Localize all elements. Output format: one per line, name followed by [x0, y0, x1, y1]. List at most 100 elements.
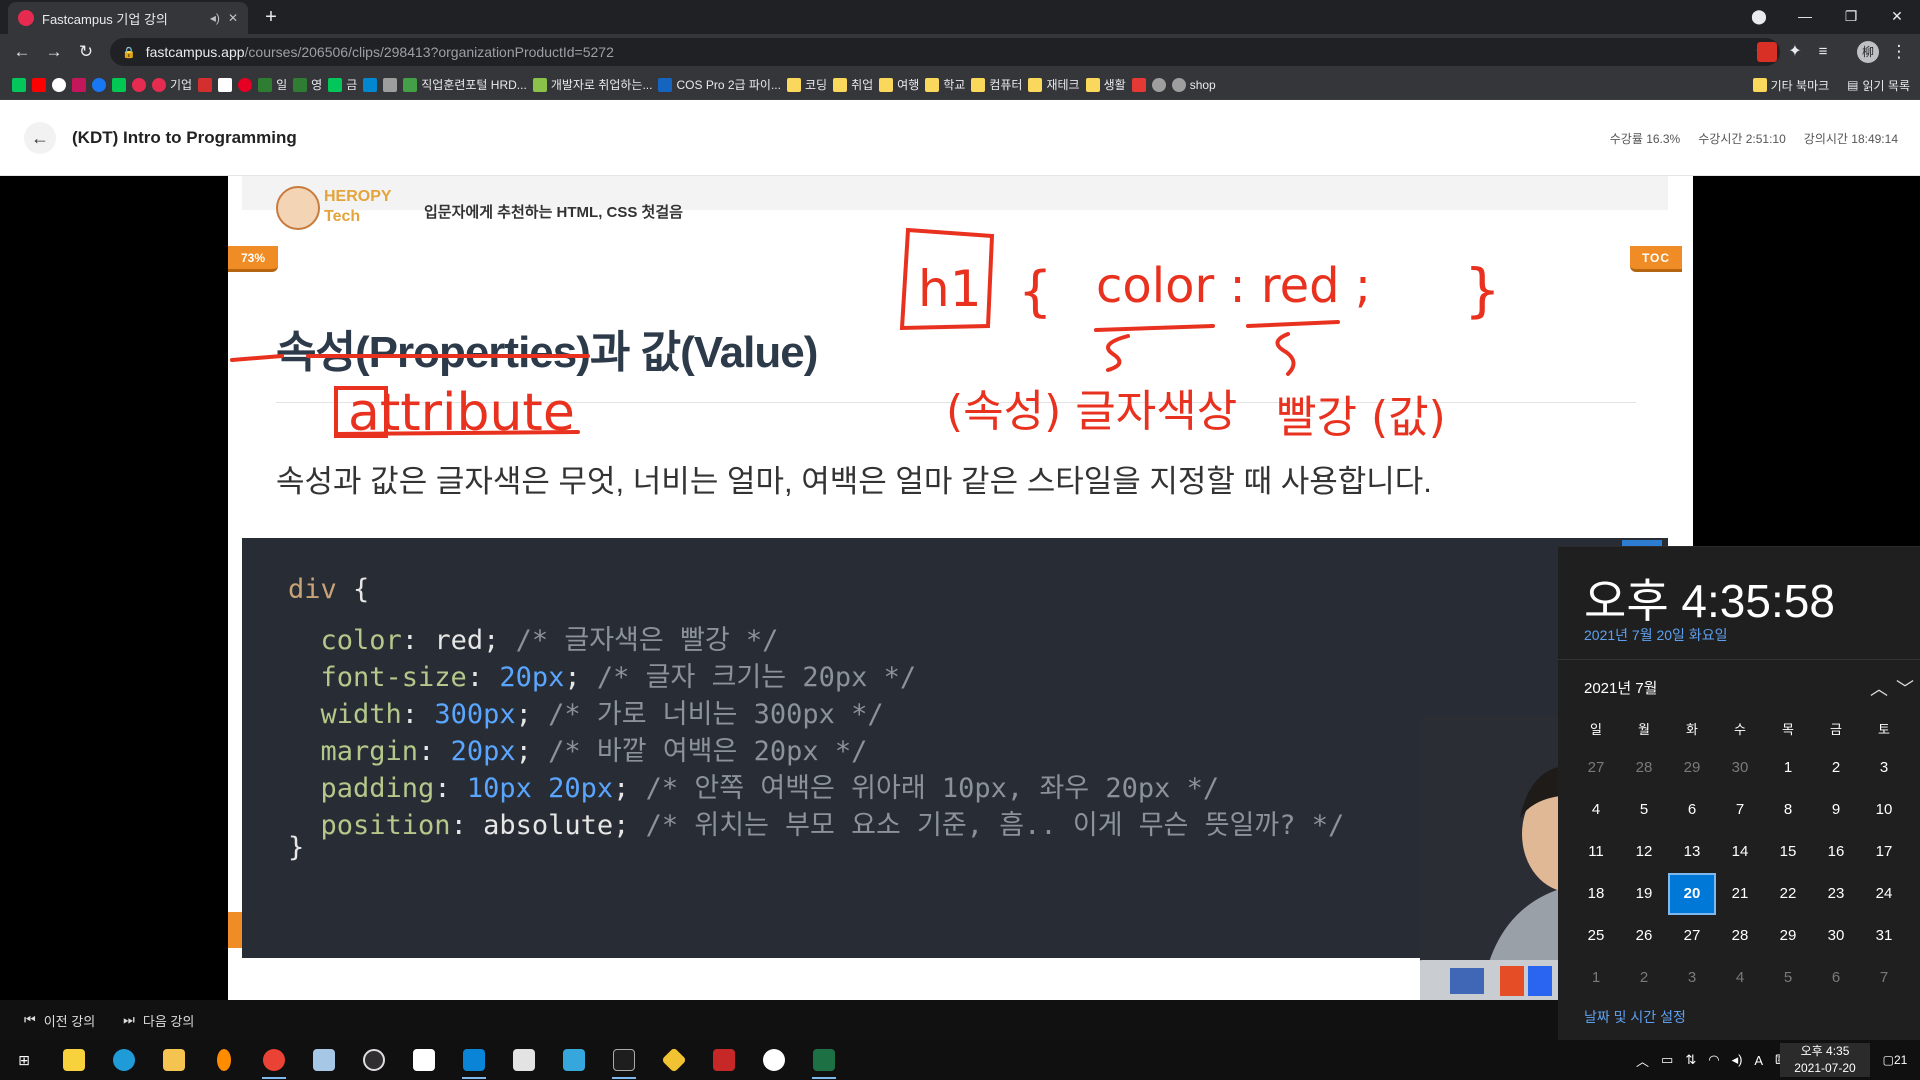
calendar-day[interactable]: 3	[1860, 747, 1908, 789]
calendar-day[interactable]: 10	[1860, 789, 1908, 831]
previous-month-chevron-up-icon[interactable]: ︿	[1870, 675, 1888, 701]
calendar-day[interactable]: 6	[1668, 789, 1716, 831]
tray-chevron-up-icon[interactable]: ︿	[1636, 1051, 1649, 1070]
calendar-day[interactable]: 1	[1764, 747, 1812, 789]
calendar-day[interactable]: 19	[1620, 873, 1668, 915]
lock-icon[interactable]: 🔒	[122, 46, 136, 59]
calendar-day[interactable]: 5	[1620, 789, 1668, 831]
calendar-day[interactable]: 7	[1860, 957, 1908, 999]
new-tab-button[interactable]: +	[258, 4, 284, 30]
other-bookmarks[interactable]: 기타 북마크	[1752, 77, 1829, 94]
calendar-day[interactable]: 22	[1764, 873, 1812, 915]
bookmark-s-icon[interactable]	[363, 77, 378, 92]
calendar-day[interactable]: 8	[1764, 789, 1812, 831]
bookmark-amazon-icon[interactable]	[218, 77, 233, 92]
bookmark-work[interactable]: 일	[258, 76, 287, 93]
calendar-day[interactable]: 30	[1812, 915, 1860, 957]
notion-icon[interactable]	[408, 1044, 440, 1076]
bookmark-youtube-icon[interactable]	[32, 77, 46, 92]
calendar-day[interactable]: 13	[1668, 831, 1716, 873]
calendar-day[interactable]: 5	[1764, 957, 1812, 999]
bookmark-dev-job[interactable]: 개발자로 취업하는...	[532, 76, 652, 93]
bookmark-folder-travel[interactable]: 여행	[879, 76, 919, 93]
calendar-day[interactable]: 3	[1668, 957, 1716, 999]
start-windows-icon[interactable]: ⊞	[8, 1044, 40, 1076]
calendar-day[interactable]: 7	[1716, 789, 1764, 831]
sticky-notes-icon[interactable]	[58, 1044, 90, 1076]
calendar-day[interactable]: 26	[1620, 915, 1668, 957]
forward-arrow-icon[interactable]: →	[42, 40, 66, 64]
calendar-day[interactable]: 29	[1764, 915, 1812, 957]
bookmark-finance[interactable]: 금	[328, 76, 357, 93]
calendar-day[interactable]: 29	[1668, 747, 1716, 789]
calendar-day[interactable]: 27	[1572, 747, 1620, 789]
address-bar[interactable]: 🔒 fastcampus.app /courses/206506/clips/2…	[110, 38, 1780, 66]
game-app-icon[interactable]	[708, 1044, 740, 1076]
sublime-icon[interactable]	[208, 1044, 240, 1076]
month-label[interactable]: 2021년 7월	[1584, 677, 1657, 698]
minimize-button[interactable]: —	[1782, 0, 1828, 34]
calendar-day[interactable]: 31	[1860, 915, 1908, 957]
media-control-icon[interactable]: ≡	[1813, 42, 1833, 62]
obs-icon[interactable]	[358, 1044, 390, 1076]
calendar-day[interactable]: 25	[1572, 915, 1620, 957]
calendar-day[interactable]: 4	[1572, 789, 1620, 831]
swift-icon[interactable]	[558, 1044, 590, 1076]
calendar-day[interactable]: 18	[1572, 873, 1620, 915]
calendar-day[interactable]: 24	[1860, 873, 1908, 915]
bookmark-google-icon[interactable]	[52, 77, 66, 92]
calendar-day[interactable]: 27	[1668, 915, 1716, 957]
tab-close-icon[interactable]: ✕	[228, 11, 238, 25]
tab-audio-icon[interactable]: ◂)	[210, 11, 220, 25]
bookmark-folder-school[interactable]: 학교	[925, 76, 965, 93]
chrome-icon[interactable]	[258, 1044, 290, 1079]
calendar-day[interactable]: 17	[1860, 831, 1908, 873]
calendar-day[interactable]: 9	[1812, 789, 1860, 831]
bookmark-folder-coding[interactable]: 코딩	[786, 76, 827, 93]
calendar-day[interactable]: 15	[1764, 831, 1812, 873]
back-button[interactable]: ←	[24, 122, 56, 154]
pdf-extension-icon[interactable]	[1757, 42, 1777, 62]
calendar-day[interactable]: 12	[1620, 831, 1668, 873]
back-arrow-icon[interactable]: ←	[10, 40, 34, 64]
calendar-day[interactable]: 2	[1620, 957, 1668, 999]
bookmark-folder-life[interactable]: 생활	[1085, 76, 1126, 93]
next-lecture-button[interactable]: ⏭ 다음 강의	[123, 1011, 194, 1030]
slack-icon[interactable]	[758, 1044, 790, 1076]
bookmark-pinterest-icon[interactable]	[238, 77, 253, 92]
calendar-day[interactable]: 1	[1572, 957, 1620, 999]
terminal-icon[interactable]	[608, 1044, 640, 1079]
calendar-day[interactable]: 21	[1716, 873, 1764, 915]
volume-icon[interactable]: ◂)	[1732, 1052, 1743, 1068]
excel-icon[interactable]	[808, 1044, 840, 1079]
prev-lecture-button[interactable]: ⏮ 이전 강의	[24, 1011, 95, 1030]
calendar-day[interactable]: 14	[1716, 831, 1764, 873]
bookmark-yes24-icon[interactable]	[72, 77, 86, 92]
bookmark-red-icon[interactable]	[1131, 77, 1146, 92]
close-window-button[interactable]: ✕	[1874, 0, 1920, 34]
edge-icon[interactable]	[108, 1044, 140, 1076]
bookmark-fastcampus-icon[interactable]	[132, 77, 146, 92]
flyout-date[interactable]: 2021년 7월 20일 화요일	[1584, 625, 1727, 645]
bookmark-company[interactable]: 기업	[152, 76, 192, 93]
paint-icon[interactable]	[308, 1044, 340, 1076]
bookmark-folder-job[interactable]: 취업	[833, 76, 873, 93]
network-icon[interactable]: ⇅	[1685, 1052, 1696, 1068]
calendar-day[interactable]: 6	[1812, 957, 1860, 999]
chrome-menu-icon[interactable]: ⋮	[1887, 40, 1911, 64]
vscode-icon[interactable]	[458, 1044, 490, 1079]
calendar-day[interactable]: 30	[1716, 747, 1764, 789]
taskbar-clock[interactable]: 오후 4:35 2021-07-20	[1780, 1043, 1870, 1077]
box-app-icon[interactable]	[508, 1044, 540, 1076]
next-month-chevron-down-icon[interactable]: ﹀	[1896, 675, 1914, 701]
reading-list[interactable]: ▤ 읽기 목록	[1847, 77, 1910, 94]
wifi-icon[interactable]: ◠	[1708, 1052, 1719, 1068]
date-time-settings-link[interactable]: 날짜 및 시간 설정	[1584, 1007, 1686, 1027]
extensions-puzzle-icon[interactable]: ✦	[1785, 42, 1805, 62]
calendar-day[interactable]: 4	[1716, 957, 1764, 999]
action-center-notification-icon[interactable]: ▢21	[1880, 1046, 1910, 1074]
profile-avatar[interactable]: 柳	[1857, 41, 1879, 63]
calendar-day[interactable]: 16	[1812, 831, 1860, 873]
restore-button[interactable]: ❐	[1828, 0, 1874, 34]
calendar-day[interactable]: 2	[1812, 747, 1860, 789]
